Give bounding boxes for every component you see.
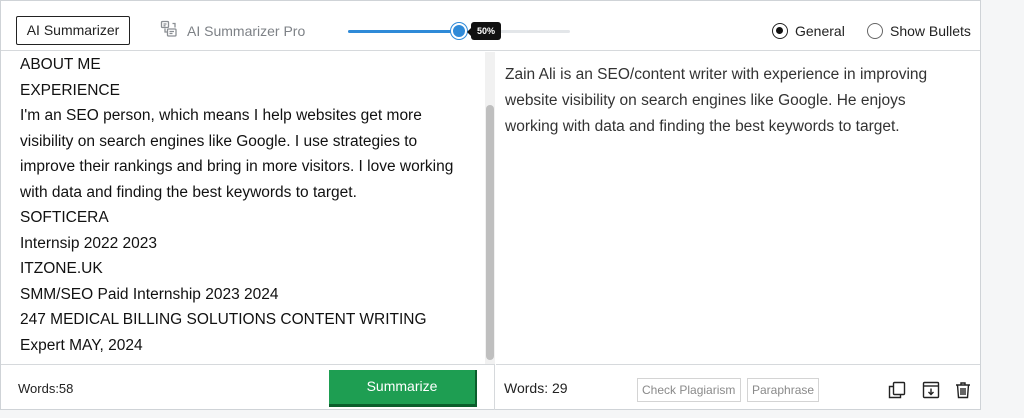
page-margin: [981, 0, 1024, 418]
radio-general[interactable]: [772, 23, 788, 39]
summary-output-area: Zain Ali is an SEO/content writer with e…: [496, 52, 980, 364]
summarizer-tool: AI Summarizer AI Summarizer Pro 50% Gene…: [0, 0, 981, 410]
mode-show-bullets-option[interactable]: Show Bullets: [867, 23, 971, 39]
slider-value-tooltip: 50%: [466, 22, 502, 40]
input-line: improve their rankings and bring in more…: [20, 158, 454, 175]
summary-length-slider[interactable]: 50%: [348, 22, 570, 40]
trash-icon[interactable]: [953, 380, 973, 400]
toolbar: AI Summarizer AI Summarizer Pro 50% Gene…: [1, 1, 980, 51]
paraphrase-button[interactable]: Paraphrase: [747, 378, 819, 402]
input-line: Expert MAY, 2024: [20, 336, 143, 354]
summary-text: Zain Ali is an SEO/content writer with e…: [505, 66, 928, 135]
output-word-count: Words: 29: [504, 380, 568, 396]
mode-general-label: General: [795, 23, 845, 39]
tab-ai-summarizer[interactable]: AI Summarizer: [16, 16, 130, 45]
input-line: SOFTICERA: [20, 209, 109, 226]
output-footer: Words: 29 Check Plagiarism Paraphrase: [496, 364, 980, 410]
input-footer: Words:58 Summarize: [1, 364, 495, 410]
radio-show-bullets[interactable]: [867, 23, 883, 39]
check-plagiarism-button[interactable]: Check Plagiarism: [637, 378, 741, 402]
input-line: ITZONE.UK: [20, 260, 103, 277]
input-line: Internsip 2022 2023: [20, 234, 158, 252]
input-line: I'm an SEO person, which means I help we…: [20, 107, 422, 124]
input-text[interactable]: ABOUT ME EXPERIENCE I'm an SEO person, w…: [20, 52, 475, 358]
scrollbar-thumb[interactable]: [486, 105, 494, 360]
tab-ai-summarizer-pro[interactable]: AI Summarizer Pro: [159, 16, 305, 45]
input-line: with data and finding the best keywords …: [20, 183, 357, 201]
input-scrollbar[interactable]: [485, 52, 495, 364]
download-icon[interactable]: [921, 380, 941, 400]
input-line: ABOUT ME: [20, 56, 101, 73]
pro-summarizer-icon: [159, 19, 179, 42]
input-line: visibility on search engines like Google…: [20, 132, 418, 150]
tab-pro-label: AI Summarizer Pro: [187, 22, 306, 39]
summarize-button[interactable]: Summarize: [329, 370, 477, 407]
input-line: 247 MEDICAL BILLING SOLUTIONS CONTENT WR…: [20, 311, 427, 328]
input-text-area[interactable]: ABOUT ME EXPERIENCE I'm an SEO person, w…: [1, 52, 495, 364]
input-line: SMM/SEO Paid Internship 2023 2024: [20, 285, 279, 303]
input-line: EXPERIENCE: [20, 81, 120, 99]
mode-show-bullets-label: Show Bullets: [890, 23, 971, 39]
mode-general-option[interactable]: General: [772, 23, 845, 39]
slider-fill: [348, 30, 459, 33]
input-word-count: Words:58: [18, 381, 74, 396]
copy-icon[interactable]: [887, 380, 907, 400]
slider-thumb[interactable]: [451, 23, 467, 39]
